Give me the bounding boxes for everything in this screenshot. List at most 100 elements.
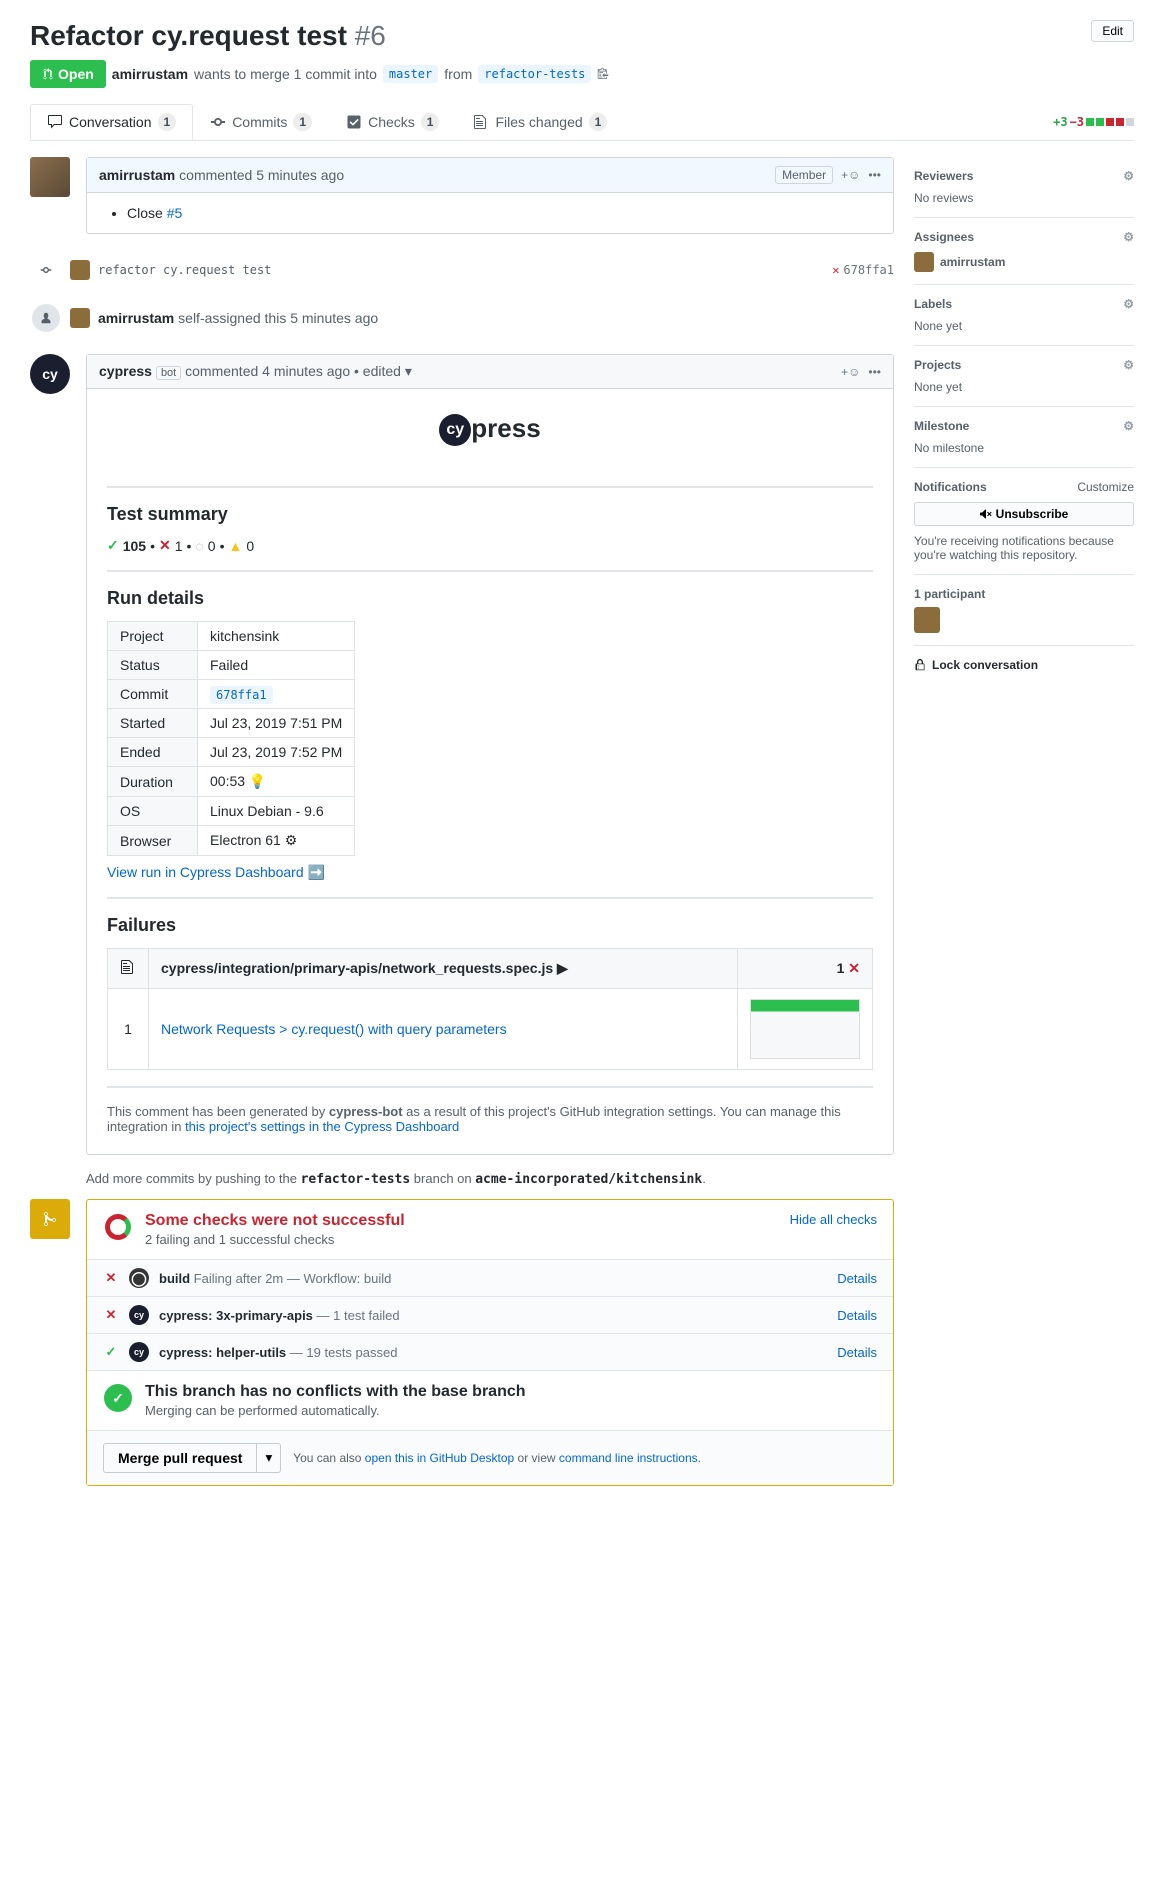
state-badge: Open bbox=[30, 60, 106, 88]
base-branch[interactable]: master bbox=[383, 65, 438, 83]
media-icon: ▶ bbox=[557, 960, 568, 976]
commit-message[interactable]: refactor cy.request test bbox=[98, 263, 271, 277]
tab-files[interactable]: Files changed 1 bbox=[456, 104, 624, 140]
notif-note: You're receiving notifications because y… bbox=[914, 534, 1134, 562]
comment-author[interactable]: cypress bbox=[99, 363, 152, 379]
participants-heading: 1 participant bbox=[914, 587, 1134, 601]
files-count: 1 bbox=[589, 113, 608, 131]
gear-icon[interactable]: ⚙ bbox=[1123, 230, 1134, 244]
merge-desc: wants to merge 1 commit into bbox=[194, 66, 377, 82]
git-merge-icon bbox=[30, 1199, 70, 1239]
timeline-assign: amirrustam self-assigned this 5 minutes … bbox=[30, 294, 894, 342]
cypress-icon: cy bbox=[129, 1342, 149, 1362]
tab-commits[interactable]: Commits 1 bbox=[193, 104, 329, 140]
copy-icon[interactable] bbox=[597, 66, 609, 82]
file-icon bbox=[120, 959, 136, 975]
chevron-down-icon[interactable]: ▾ bbox=[405, 363, 412, 379]
tabs: Conversation 1 Commits 1 Checks 1 Files … bbox=[30, 104, 1134, 141]
avatar[interactable] bbox=[30, 157, 70, 197]
push-note: Add more commits by pushing to the refac… bbox=[86, 1171, 894, 1187]
merge-ok-sub: Merging can be performed automatically. bbox=[145, 1403, 526, 1418]
run-details-heading: Run details bbox=[107, 588, 873, 609]
commit-link[interactable]: 678ffa1 bbox=[210, 686, 273, 704]
member-badge: Member bbox=[775, 166, 833, 184]
fail-x-icon[interactable]: ✕ bbox=[832, 263, 839, 277]
conversation-count: 1 bbox=[158, 113, 177, 131]
checks-status-title: Some checks were not successful bbox=[145, 1212, 778, 1230]
check-row: ✕ cy cypress: 3x-primary-apis — 1 test f… bbox=[87, 1297, 893, 1334]
failures-table: cypress/integration/primary-apis/network… bbox=[107, 948, 873, 1070]
avatar[interactable] bbox=[70, 308, 90, 328]
unsubscribe-button[interactable]: Unsubscribe bbox=[914, 502, 1134, 526]
check-circle-icon: ✓ bbox=[104, 1384, 132, 1412]
comment-body: cypress Test summary ✓ 105 • ✕ 1 • ◌ 0 •… bbox=[87, 389, 893, 1154]
failed-test-link[interactable]: Network Requests > cy.request() with que… bbox=[161, 1021, 507, 1037]
tab-conversation[interactable]: Conversation 1 bbox=[30, 104, 193, 140]
details-link[interactable]: Details bbox=[837, 1345, 877, 1360]
sidebar-milestone-heading: Milestone bbox=[914, 419, 969, 433]
bot-footer: This comment has been generated by cypre… bbox=[107, 1104, 873, 1134]
commit-marker-icon bbox=[30, 254, 62, 286]
checks-status-sub: 2 failing and 1 successful checks bbox=[145, 1232, 778, 1247]
avatar[interactable] bbox=[914, 607, 940, 633]
react-icon[interactable]: +☺ bbox=[841, 168, 860, 182]
customize-link[interactable]: Customize bbox=[1077, 480, 1134, 494]
merge-status-box: Some checks were not successful 2 failin… bbox=[86, 1199, 894, 1486]
lock-conversation[interactable]: Lock conversation bbox=[914, 646, 1134, 672]
lock-icon bbox=[914, 659, 926, 671]
gear-icon[interactable]: ⚙ bbox=[1123, 419, 1134, 433]
cypress-logo: cypress bbox=[107, 389, 873, 470]
screenshot-thumbnail[interactable] bbox=[750, 999, 860, 1059]
view-run-link[interactable]: View run in Cypress Dashboard ➡️ bbox=[107, 864, 325, 880]
sidebar-reviewers-heading: Reviewers bbox=[914, 169, 973, 183]
merge-ok-title: This branch has no conflicts with the ba… bbox=[145, 1383, 526, 1401]
merge-dropdown[interactable]: ▾ bbox=[257, 1443, 281, 1473]
open-desktop-link[interactable]: open this in GitHub Desktop bbox=[365, 1451, 514, 1465]
checks-count: 1 bbox=[421, 113, 440, 131]
comment-author[interactable]: amirrustam bbox=[99, 167, 175, 183]
avatar[interactable]: cy bbox=[30, 354, 70, 394]
projects-value: None yet bbox=[914, 380, 1134, 394]
details-link[interactable]: Details bbox=[837, 1271, 877, 1286]
actor[interactable]: amirrustam bbox=[98, 310, 174, 326]
details-link[interactable]: Details bbox=[837, 1308, 877, 1323]
cli-link[interactable]: command line instructions bbox=[559, 1451, 698, 1465]
test-summary-heading: Test summary bbox=[107, 504, 873, 525]
dashboard-settings-link[interactable]: this project's settings in the Cypress D… bbox=[185, 1119, 459, 1134]
bot-badge: bot bbox=[156, 366, 181, 380]
avatar[interactable] bbox=[70, 260, 90, 280]
gear-icon[interactable]: ⚙ bbox=[1123, 297, 1134, 311]
gear-icon[interactable]: ⚙ bbox=[1123, 169, 1134, 183]
reviewers-value: No reviews bbox=[914, 191, 1134, 205]
compare-branch[interactable]: refactor-tests bbox=[478, 65, 591, 83]
commit-sha[interactable]: 678ffa1 bbox=[843, 263, 894, 277]
fail-x-icon: ✕ bbox=[848, 960, 860, 976]
hide-checks-link[interactable]: Hide all checks bbox=[790, 1212, 877, 1227]
kebab-icon[interactable]: ••• bbox=[868, 168, 881, 182]
pr-author[interactable]: amirrustam bbox=[112, 66, 188, 82]
comment-icon bbox=[47, 114, 63, 130]
gear-icon[interactable]: ⚙ bbox=[1123, 358, 1134, 372]
labels-value: None yet bbox=[914, 319, 1134, 333]
check-icon: ✓ bbox=[103, 1344, 119, 1360]
failures-heading: Failures bbox=[107, 915, 873, 936]
person-icon bbox=[30, 302, 62, 334]
sidebar-labels-heading: Labels bbox=[914, 297, 952, 311]
tab-checks[interactable]: Checks 1 bbox=[329, 104, 456, 140]
sidebar-assignees-heading: Assignees bbox=[914, 230, 974, 244]
mute-icon bbox=[980, 508, 992, 520]
issue-link[interactable]: #5 bbox=[167, 205, 183, 221]
merge-button[interactable]: Merge pull request bbox=[103, 1443, 257, 1473]
run-details-table: Projectkitchensink StatusFailed Commit67… bbox=[107, 621, 355, 856]
cypress-icon: cy bbox=[129, 1305, 149, 1325]
comment: amirrustam commented 5 minutes ago Membe… bbox=[86, 157, 894, 234]
comment: cypressbot commented 4 minutes ago • edi… bbox=[86, 354, 894, 1155]
git-pr-icon bbox=[42, 68, 54, 80]
kebab-icon[interactable]: ••• bbox=[868, 365, 881, 379]
pr-number: #6 bbox=[355, 20, 386, 51]
timeline-commit: refactor cy.request test ✕ 678ffa1 bbox=[30, 246, 894, 294]
circleci-icon: ◯ bbox=[129, 1268, 149, 1288]
react-icon[interactable]: +☺ bbox=[841, 365, 860, 379]
edit-button[interactable]: Edit bbox=[1091, 20, 1134, 42]
assignee-row[interactable]: amirrustam bbox=[914, 252, 1134, 272]
